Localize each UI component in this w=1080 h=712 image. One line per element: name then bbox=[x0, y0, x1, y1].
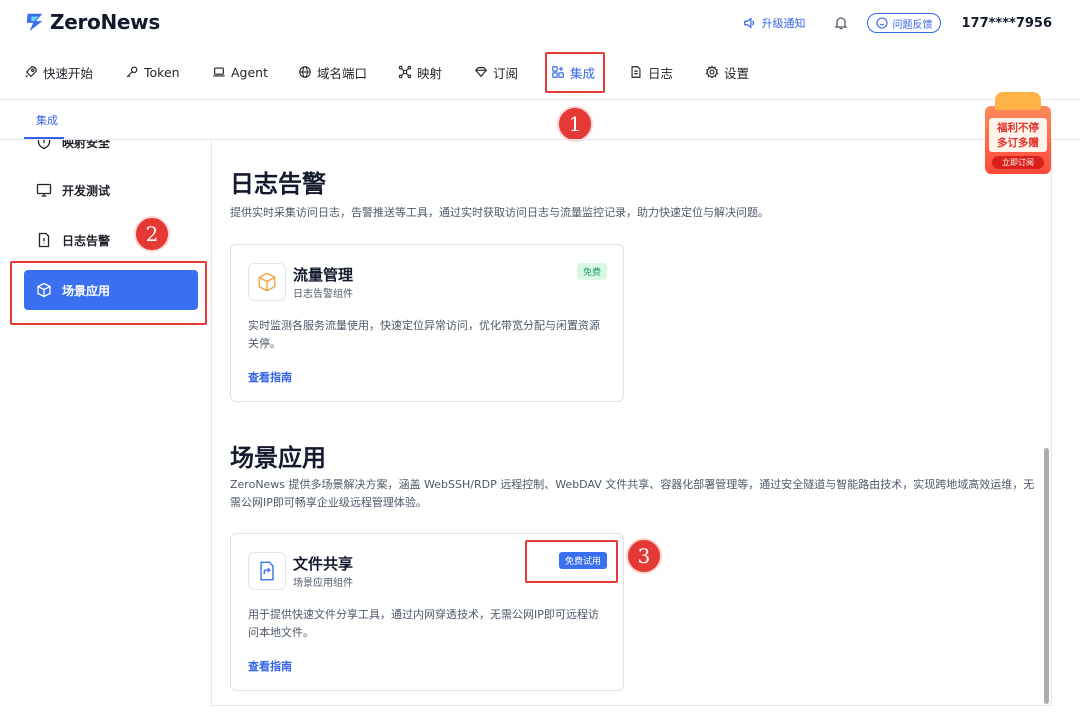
nav-label: 订阅 bbox=[493, 65, 519, 81]
card-subtitle: 场景应用组件 bbox=[293, 578, 353, 589]
rocket-icon bbox=[25, 66, 37, 78]
sub-tab-bar: 集成 bbox=[0, 100, 1080, 140]
feedback-button[interactable]: 问题反馈 bbox=[867, 13, 942, 33]
nav-label: 域名端口 bbox=[317, 65, 368, 81]
card-title: 文件共享 bbox=[293, 555, 354, 573]
nav-log[interactable]: 日志 bbox=[629, 52, 673, 92]
sidebar-item-label: 开发测试 bbox=[62, 183, 111, 198]
top-bar: ZeroNews 升级通知 问题反馈 177****7956 bbox=[0, 0, 1080, 46]
monitor-icon bbox=[36, 183, 52, 197]
nav-mapping[interactable]: 映射 bbox=[398, 52, 442, 92]
card-title: 流量管理 bbox=[293, 266, 354, 284]
upgrade-notice-link[interactable]: 升级通知 bbox=[743, 15, 805, 31]
logo[interactable]: ZeroNews bbox=[24, 10, 160, 34]
section-title: 场景应用 bbox=[230, 444, 326, 472]
card-icon-box bbox=[248, 552, 286, 590]
promo-line-2: 多订多赠 bbox=[997, 137, 1039, 149]
content-panel: 日志告警 提供实时采集访问日志，告警推送等工具，通过实时获取访问日志与流量监控记… bbox=[211, 140, 1052, 706]
laptop-icon bbox=[213, 67, 225, 77]
user-account[interactable]: 177****7956 bbox=[961, 16, 1052, 31]
annotation-box-3 bbox=[525, 540, 618, 583]
nav-label: Agent bbox=[231, 64, 268, 80]
globe-icon bbox=[299, 66, 311, 78]
status-badge: 免费 bbox=[576, 263, 607, 280]
nav-label: 日志 bbox=[648, 65, 674, 81]
upgrade-notice-label: 升级通知 bbox=[761, 17, 806, 30]
card-subtitle: 日志告警组件 bbox=[293, 289, 353, 300]
section-description: ZeroNews 提供多场景解决方案，涵盖 WebSSH/RDP 远程控制、We… bbox=[230, 478, 1035, 509]
annotation-box-2 bbox=[10, 261, 207, 325]
sidebar-item-dev-test[interactable]: 开发测试 bbox=[24, 170, 198, 210]
card-description: 实时监测各服务流量使用，快速定位异常访问，优化带宽分配与闲置资源关停。 bbox=[248, 319, 600, 350]
card-icon-box bbox=[248, 263, 286, 301]
nav-label: 映射 bbox=[417, 65, 443, 81]
nav-label: Token bbox=[144, 64, 180, 80]
shield-icon bbox=[37, 140, 51, 150]
promo-line-1: 福利不停 bbox=[997, 122, 1039, 134]
nav-agent[interactable]: Agent bbox=[212, 52, 268, 92]
mapping-icon bbox=[398, 65, 412, 79]
sidebar: 映射安全 开发测试 日志告警 场景应用 bbox=[0, 140, 210, 712]
subscribe-now-button[interactable]: 立即订阅 bbox=[992, 156, 1044, 169]
view-guide-link[interactable]: 查看指南 bbox=[248, 658, 292, 674]
promo-widget[interactable]: 福利不停 多订多赠 立即订阅 bbox=[983, 92, 1053, 176]
sidebar-item-label: 日志告警 bbox=[62, 233, 111, 248]
nav-label: 设置 bbox=[724, 65, 750, 81]
feedback-label: 问题反馈 bbox=[892, 19, 933, 31]
section-title: 日志告警 bbox=[230, 170, 326, 198]
tab-integration[interactable]: 集成 bbox=[36, 112, 58, 128]
section-description: 提供实时采集访问日志，告警推送等工具，通过实时获取访问日志与流量监控记录，助力快… bbox=[230, 206, 769, 219]
app-name: ZeroNews bbox=[50, 10, 160, 34]
package-icon bbox=[258, 272, 276, 292]
bell-icon[interactable] bbox=[833, 15, 849, 31]
alert-doc-icon bbox=[38, 232, 50, 248]
speaker-icon bbox=[744, 17, 755, 29]
card-description: 用于提供快速文件分享工具，通过内网穿透技术，无需公网IP即可远程访问本地文件。 bbox=[248, 608, 599, 639]
view-guide-link[interactable]: 查看指南 bbox=[248, 369, 292, 385]
nav-label: 快速开始 bbox=[43, 65, 94, 81]
nav-quick-start[interactable]: 快速开始 bbox=[24, 52, 93, 92]
gear-icon bbox=[705, 65, 719, 79]
annotation-marker-2: 2 bbox=[134, 216, 170, 252]
smile-icon bbox=[876, 17, 889, 29]
nav-token[interactable]: Token bbox=[125, 52, 180, 92]
annotation-box-1 bbox=[545, 52, 605, 93]
diamond-icon bbox=[474, 67, 488, 78]
document-icon bbox=[631, 66, 641, 78]
sidebar-item-log-alert[interactable]: 日志告警 bbox=[24, 220, 198, 260]
gift-ribbon bbox=[995, 92, 1041, 110]
file-share-icon bbox=[260, 561, 274, 581]
key-icon bbox=[126, 66, 138, 78]
scrollbar[interactable] bbox=[1044, 448, 1049, 704]
zeronews-logo-icon bbox=[26, 13, 43, 32]
sidebar-item-mapping-security[interactable]: 映射安全 bbox=[24, 140, 198, 162]
component-card-traffic[interactable]: 流量管理 日志告警组件 免费 实时监测各服务流量使用，快速定位异常访问，优化带宽… bbox=[230, 244, 624, 402]
nav-domain-port[interactable]: 域名端口 bbox=[298, 52, 367, 92]
nav-subscription[interactable]: 订阅 bbox=[474, 52, 518, 92]
annotation-marker-3: 3 bbox=[626, 538, 662, 574]
sidebar-item-label: 映射安全 bbox=[62, 140, 111, 150]
nav-settings[interactable]: 设置 bbox=[705, 52, 749, 92]
